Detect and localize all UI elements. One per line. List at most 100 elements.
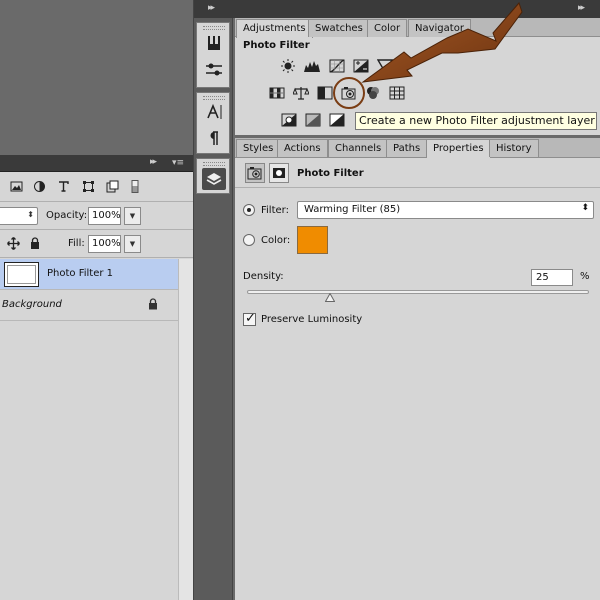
filter-value: Warming Filter (85) <box>304 204 401 215</box>
layer-row-background[interactable]: Background <box>0 290 178 321</box>
character-icon <box>207 103 222 119</box>
brightness-contrast-icon[interactable] <box>280 59 296 73</box>
filter-toggle-icon[interactable] <box>131 180 139 193</box>
opacity-row: ⬍ Opacity: 100% ▼ <box>0 202 193 230</box>
layers-icon <box>206 173 222 185</box>
chevron-updown-icon: ⬍ <box>581 203 589 213</box>
adjustment-mode-button[interactable] <box>245 163 265 183</box>
density-label: Density: <box>243 271 284 282</box>
tab-navigator[interactable]: Navigator <box>408 19 471 37</box>
checkmark-icon: ✓ <box>245 311 256 326</box>
posterize-icon[interactable] <box>305 113 321 127</box>
invert-icon[interactable] <box>281 113 297 127</box>
pixel-layer-filter-icon[interactable] <box>10 180 23 193</box>
hue-saturation-icon[interactable] <box>269 86 285 100</box>
chevron-updown-icon: ⬍ <box>27 210 34 219</box>
vibrance-icon[interactable] <box>377 59 393 73</box>
tool-presets-icon <box>206 63 222 76</box>
tool-presets-button[interactable] <box>202 59 226 81</box>
blend-mode-select[interactable]: ⬍ <box>0 207 38 225</box>
collapse-dock-icon[interactable]: ▸▸ <box>578 3 585 13</box>
properties-header: Photo Filter <box>235 158 600 188</box>
color-swatch[interactable] <box>297 226 328 254</box>
strip-header: ▸▸ <box>194 0 234 18</box>
photo-filter-icon[interactable] <box>341 86 357 100</box>
opacity-input[interactable]: 100% <box>88 207 121 225</box>
layer-mask-thumbnail[interactable] <box>4 262 39 287</box>
tab-color[interactable]: Color <box>367 19 408 37</box>
threshold-icon[interactable] <box>329 113 345 127</box>
preserve-luminosity-checkbox[interactable]: ✓ <box>243 311 256 326</box>
filter-select[interactable]: Warming Filter (85) ⬍ <box>297 201 594 219</box>
fill-input[interactable]: 100% <box>88 235 121 253</box>
properties-panel: Styles Actions Channels Paths Properties… <box>235 138 600 600</box>
layers-panel-button[interactable] <box>202 168 226 190</box>
tab-properties[interactable]: Properties <box>426 139 491 158</box>
color-balance-icon[interactable] <box>293 86 309 100</box>
fill-dropdown-button[interactable]: ▼ <box>124 235 141 253</box>
layer-row-photo-filter[interactable]: Photo Filter 1 <box>0 259 178 290</box>
color-lookup-icon[interactable] <box>389 86 405 100</box>
fill-row: Fill: 100% ▼ <box>0 230 193 258</box>
panel-icon-strip: ▸▸ <box>193 0 234 600</box>
grip-handle[interactable] <box>203 162 225 166</box>
color-label: Color: <box>261 235 291 246</box>
collapse-panel-icon[interactable]: ▸▸ <box>150 157 157 167</box>
tab-adjustments[interactable]: Adjustments <box>236 19 313 38</box>
lock-position-icon[interactable] <box>7 237 20 250</box>
density-slider-thumb[interactable] <box>325 293 335 302</box>
expand-panels-icon[interactable]: ▸▸ <box>208 3 215 13</box>
type-layer-filter-icon[interactable] <box>57 180 70 193</box>
opacity-label: Opacity: <box>46 210 88 221</box>
tooltip: Create a new Photo Filter adjustment lay… <box>355 112 597 130</box>
character-panel-button[interactable] <box>202 101 226 123</box>
tab-channels[interactable]: Channels <box>328 139 389 157</box>
layers-scrollbar[interactable] <box>178 259 193 600</box>
density-slider-track[interactable] <box>247 290 589 294</box>
canvas-area[interactable] <box>0 0 193 155</box>
preserve-luminosity-label: Preserve Luminosity <box>261 314 363 325</box>
density-unit: % <box>580 271 590 282</box>
tab-swatches[interactable]: Swatches <box>308 19 370 37</box>
adjustments-tabbar: Adjustments Swatches Color Navigator <box>235 18 600 38</box>
lock-all-icon[interactable] <box>30 237 40 250</box>
shape-layer-filter-icon[interactable] <box>82 180 95 193</box>
strip-group-brushes <box>196 22 230 88</box>
filter-label: Filter: <box>261 205 289 216</box>
tab-actions[interactable]: Actions <box>277 139 328 157</box>
strip-group-type <box>196 92 230 154</box>
black-white-icon[interactable] <box>317 86 333 100</box>
layers-panel: ▸▸ ▾≡ ⬍ Opacity: 100% ▼ Fill: 100% ▼ Pho… <box>0 155 193 600</box>
layer-name[interactable]: Background <box>2 299 62 310</box>
smart-object-filter-icon[interactable] <box>106 180 119 193</box>
tab-paths[interactable]: Paths <box>386 139 428 157</box>
filter-radio[interactable] <box>243 204 255 216</box>
adjustment-layer-filter-icon[interactable] <box>33 180 46 193</box>
grip-handle[interactable] <box>203 26 225 30</box>
tab-styles[interactable]: Styles <box>236 139 281 157</box>
right-dock-header: ▸▸ <box>233 0 600 18</box>
adjustments-title: Photo Filter <box>243 40 310 51</box>
paragraph-panel-button[interactable] <box>202 127 226 149</box>
mask-mode-button[interactable] <box>269 163 289 183</box>
layer-mask-icon <box>273 168 285 178</box>
brushes-icon <box>208 36 220 50</box>
paragraph-icon <box>210 131 218 145</box>
opacity-dropdown-button[interactable]: ▼ <box>124 207 141 225</box>
curves-icon[interactable] <box>329 59 345 73</box>
density-input[interactable]: 25 <box>531 269 573 286</box>
color-radio[interactable] <box>243 234 255 246</box>
panel-menu-icon[interactable]: ▾≡ <box>172 158 186 168</box>
levels-icon[interactable] <box>304 59 320 73</box>
layer-name[interactable]: Photo Filter 1 <box>47 268 113 279</box>
fill-label: Fill: <box>68 238 85 249</box>
tab-history[interactable]: History <box>489 139 539 157</box>
layer-filter-toolbar <box>0 172 193 202</box>
properties-title: Photo Filter <box>297 168 364 179</box>
layers-panel-header: ▸▸ ▾≡ <box>0 155 193 172</box>
brush-presets-button[interactable] <box>202 32 226 54</box>
channel-mixer-icon[interactable] <box>365 86 381 100</box>
photo-filter-icon <box>247 167 262 180</box>
grip-handle[interactable] <box>203 96 225 100</box>
exposure-icon[interactable] <box>353 59 369 73</box>
